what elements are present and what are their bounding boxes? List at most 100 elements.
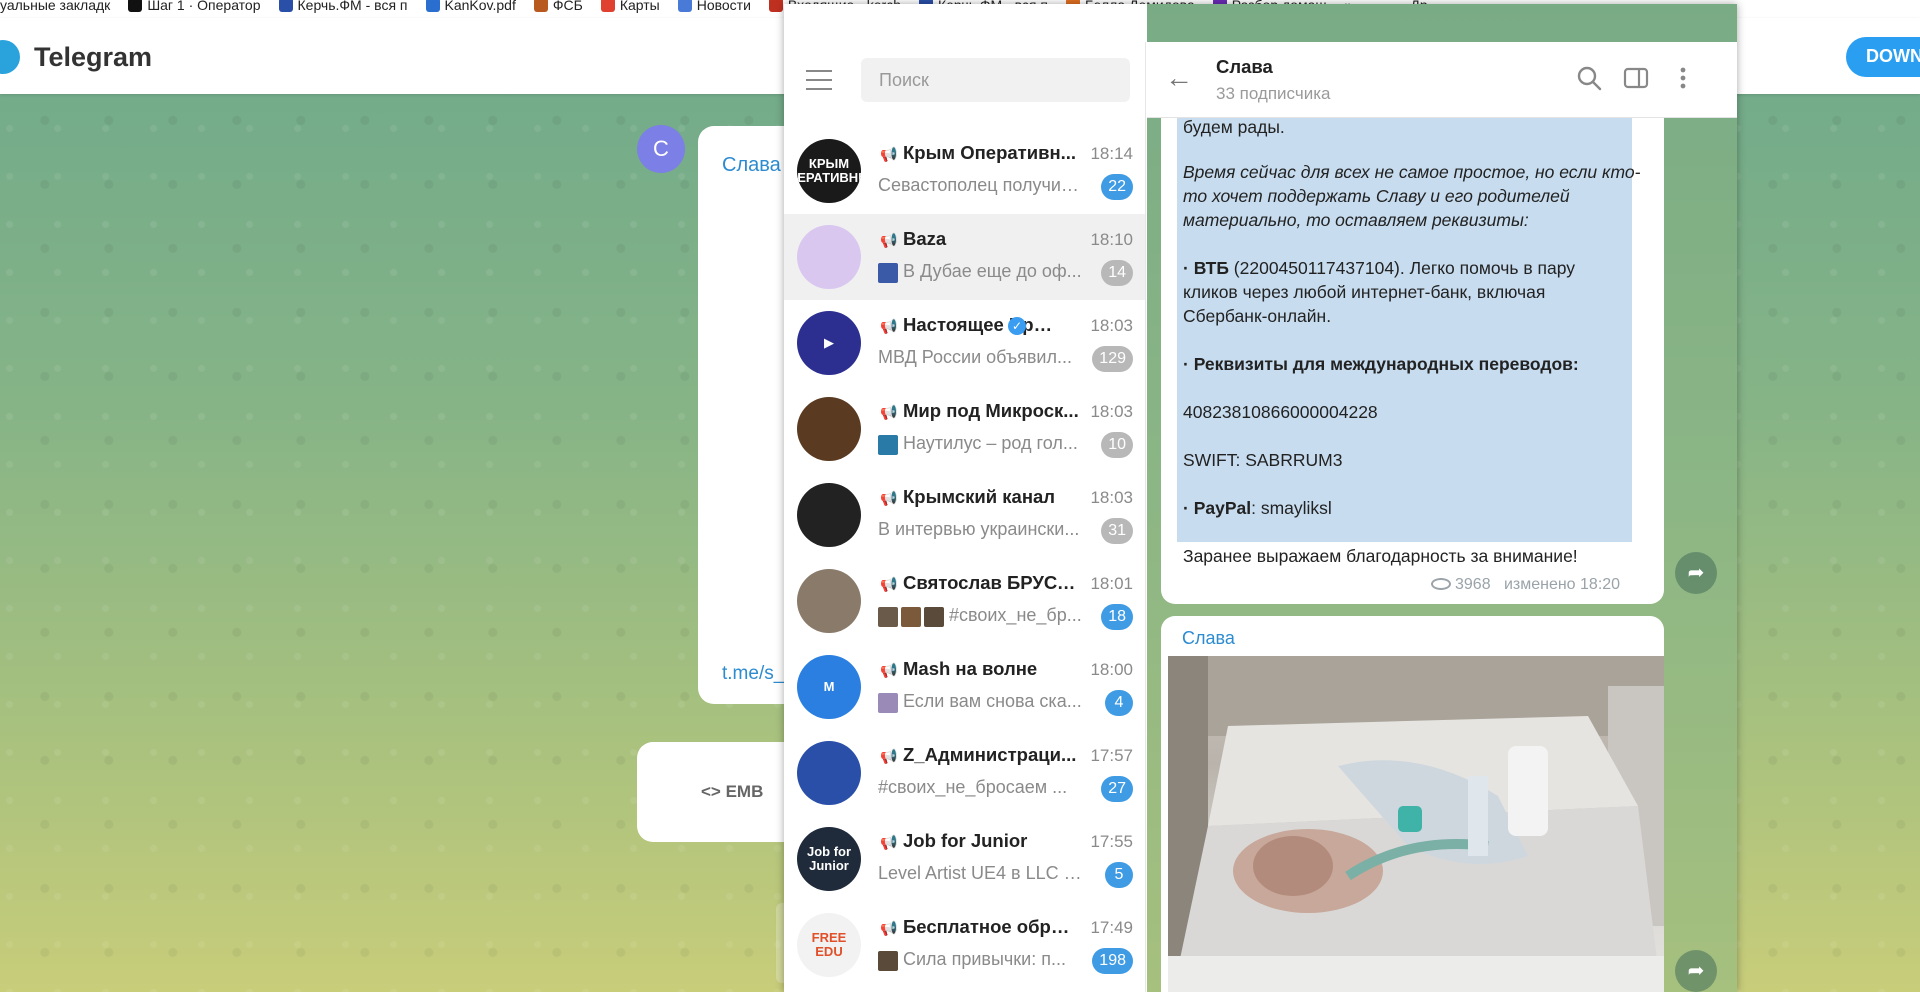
chat-list-item[interactable]: 📢 Святослав БРУСА... 18:01 #своих_не_бр... 1… xyxy=(784,558,1145,644)
chat-time: 18:03 xyxy=(1090,316,1133,335)
bookmark-label: Новости xyxy=(696,0,751,13)
bookmark-label: Керчь.ФМ - вся п xyxy=(297,0,408,13)
unread-badge: 198 xyxy=(1092,948,1133,974)
chat-list-item[interactable]: 📢 Baza 18:10 В Дубае еще до оф... 14 xyxy=(784,214,1145,300)
chat-list: КРЫМ ОПЕРАТИВНЫЙ 📢 Крым Оперативн... 18:14 С… xyxy=(784,128,1145,988)
chat-list-item[interactable]: Job for Junior 📢 Job for Junior 17:55 Level … xyxy=(784,816,1145,902)
bookmark-favicon-icon xyxy=(677,0,692,12)
channel-megaphone-icon: 📢 xyxy=(880,318,898,334)
channel-message[interactable]: будем рады. Время сейчас для всех не сам… xyxy=(1161,64,1664,604)
chat-time: 18:00 xyxy=(1090,660,1133,679)
views-count: 3968 xyxy=(1455,576,1491,593)
forward-icon[interactable]: ➦ xyxy=(1675,950,1717,992)
search-icon[interactable] xyxy=(1575,64,1603,92)
unread-badge: 31 xyxy=(1101,518,1133,544)
channel-title[interactable]: Слава xyxy=(1216,56,1273,78)
preview-thumbnail xyxy=(878,263,898,283)
chat-name: Mash на волне xyxy=(903,658,1038,679)
channel-megaphone-icon: 📢 xyxy=(880,146,898,162)
more-options-icon[interactable] xyxy=(1669,64,1697,92)
preview-thumbnail xyxy=(878,951,898,971)
preview-thumbnails xyxy=(878,693,898,713)
verified-badge-icon: ✓ xyxy=(1008,317,1026,335)
edited-time: изменено 18:20 xyxy=(1503,576,1621,593)
photo-message[interactable]: Слава xyxy=(1161,616,1664,992)
views-eye-icon xyxy=(1431,578,1451,590)
chat-preview: #своих_не_бр... xyxy=(949,605,1082,625)
bookmark-favicon-icon xyxy=(600,0,615,12)
message-vtb-2: кликов через любой интернет-банк, включа… xyxy=(1183,282,1546,302)
chat-name: Job for Junior xyxy=(903,830,1028,851)
chat-list-item[interactable]: FREE EDU 📢 Бесплатное образ... 17:49 Сила пр… xyxy=(784,902,1145,988)
chat-avatar: FREE EDU xyxy=(797,913,861,977)
message-vtb-3: Сбербанк-онлайн. xyxy=(1183,306,1332,326)
search-input[interactable] xyxy=(861,58,1130,102)
chat-preview: Level Artist UE4 в LLC GF... xyxy=(878,863,1083,883)
chat-name: Бесплатное образ... xyxy=(903,916,1079,937)
channel-megaphone-icon: 📢 xyxy=(880,662,898,678)
bookmark-item[interactable]: уальные закладк xyxy=(0,0,110,13)
bookmark-item[interactable]: Карты xyxy=(600,0,660,13)
message-italic-3: материально, то оставляем реквизиты: xyxy=(1183,210,1529,230)
photo-author[interactable]: Слава xyxy=(1182,628,1235,649)
chat-avatar: КРЫМ ОПЕРАТИВНЫЙ xyxy=(797,139,861,203)
chat-time: 18:10 xyxy=(1090,230,1133,249)
preview-thumbnail xyxy=(901,607,921,627)
chat-list-item[interactable]: ▶ 📢 Настоящее Вре... ✓ 18:03 МВД России объяв… xyxy=(784,300,1145,386)
chat-list-item[interactable]: 📢 Мир под Микроск... 18:03 Наутилус – род г… xyxy=(784,386,1145,472)
chat-time: 17:49 xyxy=(1090,918,1133,937)
subscriber-count: 33 подписчика xyxy=(1216,84,1331,103)
chat-time: 17:57 xyxy=(1090,746,1133,765)
chat-preview: Сила привычки: п... xyxy=(903,949,1066,969)
back-arrow-icon[interactable]: ← xyxy=(1165,62,1193,94)
chat-time: 18:01 xyxy=(1090,574,1133,593)
bookmark-item[interactable]: Шаг 1 · Оператор xyxy=(128,0,261,13)
bookmark-item[interactable]: Новости xyxy=(677,0,751,13)
chat-list-item[interactable]: 📢 Крымский канал 18:03 В интервью украински… xyxy=(784,472,1145,558)
chat-preview: В интервью украински... xyxy=(878,519,1080,539)
chat-list-item[interactable]: 📢 Z_Администраци... 17:57 #своих_не_бросаем… xyxy=(784,730,1145,816)
preview-thumbnail xyxy=(878,607,898,627)
chat-name: Baza xyxy=(903,228,947,249)
message-line: будем рады. xyxy=(1183,117,1285,137)
bookmark-favicon-icon xyxy=(278,0,293,12)
bookmark-label: уальные закладк xyxy=(0,0,111,13)
download-button[interactable]: DOWN xyxy=(1846,37,1920,77)
chat-preview: #своих_не_бросаем ... xyxy=(878,777,1068,797)
embed-button[interactable]: <> EMB xyxy=(701,782,763,802)
chat-preview: Наутилус – род гол... xyxy=(903,433,1078,453)
message-meta: 3968 изменено 18:20 xyxy=(1431,576,1620,594)
chat-avatar xyxy=(797,483,861,547)
unread-badge: 27 xyxy=(1101,776,1133,802)
chat-time: 18:03 xyxy=(1090,488,1133,507)
chat-avatar xyxy=(797,225,861,289)
channel-megaphone-icon: 📢 xyxy=(880,920,898,936)
post-author[interactable]: Слава xyxy=(722,154,781,177)
hospital-photo[interactable] xyxy=(1168,656,1664,992)
telegram-logo-icon xyxy=(0,40,20,74)
chat-list-item[interactable]: М 📢 Mash на волне 18:00 Если вам снова ска..… xyxy=(784,644,1145,730)
chat-avatar: Job for Junior xyxy=(797,827,861,891)
unread-badge: 5 xyxy=(1105,862,1133,888)
chat-list-item[interactable]: КРЫМ ОПЕРАТИВНЫЙ 📢 Крым Оперативн... 18:14 С… xyxy=(784,128,1145,214)
forward-icon[interactable]: ➦ xyxy=(1675,552,1717,594)
message-italic-2: то хочет поддержать Славу и его родителе… xyxy=(1183,186,1570,206)
bookmark-item[interactable]: ФСБ xyxy=(533,0,583,13)
preview-thumbnail xyxy=(878,693,898,713)
post-link[interactable]: t.me/s_ xyxy=(722,663,784,685)
bookmark-favicon-icon xyxy=(128,0,143,12)
bookmark-label: Шаг 1 · Оператор xyxy=(147,0,261,13)
bookmark-item[interactable]: KanKov.pdf xyxy=(425,0,516,13)
hamburger-menu-icon[interactable] xyxy=(806,70,832,90)
message-italic-1: Время сейчас для всех не самое простое, … xyxy=(1183,162,1641,182)
bookmark-item[interactable]: Керчь.ФМ - вся п xyxy=(278,0,408,13)
unread-badge: 129 xyxy=(1092,346,1133,372)
unread-badge: 22 xyxy=(1101,174,1133,200)
chat-avatar: М xyxy=(797,655,861,719)
chat-avatar: ▶ xyxy=(797,311,861,375)
sidebar-toggle-icon[interactable] xyxy=(1622,64,1650,92)
chat-time: 18:14 xyxy=(1090,144,1133,163)
bookmark-favicon-icon xyxy=(768,0,783,12)
preview-thumbnail xyxy=(924,607,944,627)
chat-preview: МВД России объявил... xyxy=(878,347,1072,367)
